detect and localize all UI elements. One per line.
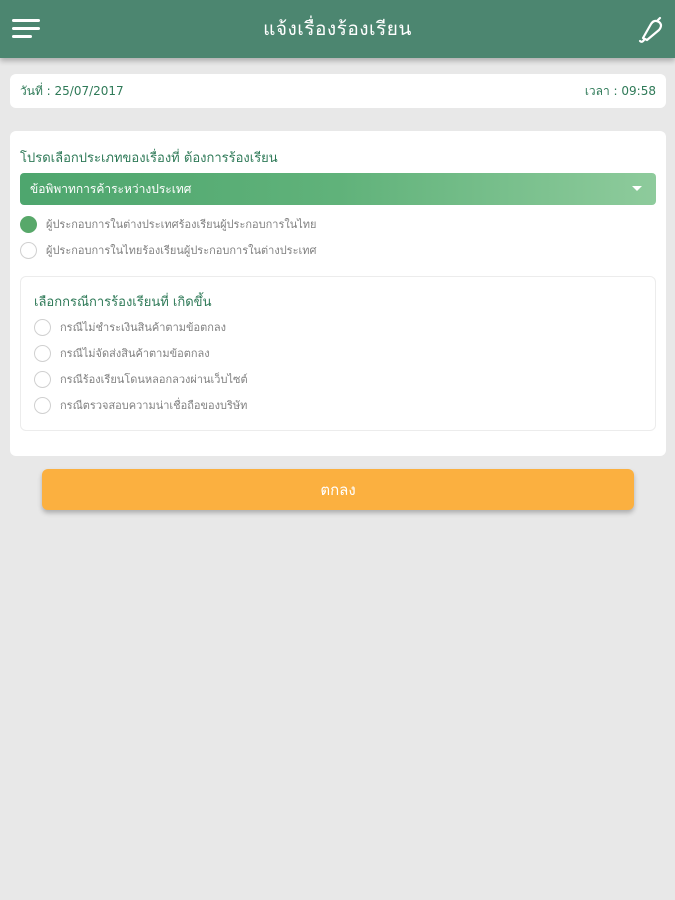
case-option-label: กรณีไม่ชำระเงินสินค้าตามข้อตกลง (60, 321, 227, 334)
bell-icon[interactable] (637, 16, 665, 44)
radio-unselected-icon[interactable] (20, 241, 37, 259)
app-header: แจ้งเรื่องร้องเรียน (0, 0, 675, 58)
date-label: วันที่ : 25/07/2017 (20, 83, 124, 98)
complaint-form-card: โปรดเลือกประเภทของเรื่องที่ ต้องการร้องเ… (10, 131, 666, 456)
radio-unselected-icon[interactable] (34, 370, 51, 388)
caret-down-icon (632, 186, 642, 191)
case-option-non-delivery[interactable]: กรณีไม่จัดส่งสินค้าตามข้อตกลง (34, 344, 210, 362)
case-option-label: กรณีไม่จัดส่งสินค้าตามข้อตกลง (60, 347, 210, 360)
case-section-title: เลือกกรณีการร้องเรียนที่ เกิดขึ้น (34, 295, 212, 310)
time-label: เวลา : 09:58 (584, 83, 656, 98)
radio-unselected-icon[interactable] (34, 396, 51, 414)
case-option-label: กรณีตรวจสอบความน่าเชื่อถือของบริษัท (60, 399, 248, 412)
case-option-non-payment[interactable]: กรณีไม่ชำระเงินสินค้าตามข้อตกลง (34, 318, 226, 336)
complainant-option-label: ผู้ประกอบการในไทยร้องเรียนผู้ประกอบการใน… (46, 244, 317, 257)
hamburger-menu-icon[interactable] (12, 19, 40, 41)
case-option-website-fraud[interactable]: กรณีร้องเรียนโดนหลอกลวงผ่านเว็บไซต์ (34, 370, 248, 388)
category-select-value: ข้อพิพาทการค้าระหว่างประเทศ (30, 181, 192, 196)
page-title: แจ้งเรื่องร้องเรียน (263, 18, 412, 40)
complainant-option-thai[interactable]: ผู้ประกอบการในไทยร้องเรียนผู้ประกอบการใน… (20, 241, 317, 259)
radio-selected-icon[interactable] (20, 215, 37, 233)
case-selection-card: เลือกกรณีการร้องเรียนที่ เกิดขึ้น กรณีไม… (20, 276, 656, 431)
radio-unselected-icon[interactable] (34, 344, 51, 362)
case-option-label: กรณีร้องเรียนโดนหลอกลวงผ่านเว็บไซต์ (60, 373, 248, 386)
app-screen: แจ้งเรื่องร้องเรียน วันที่ : 25/07/2017 … (0, 0, 675, 900)
complainant-option-label: ผู้ประกอบการในต่างประเทศร้องเรียนผู้ประก… (46, 218, 317, 231)
complaint-type-prompt: โปรดเลือกประเภทของเรื่องที่ ต้องการร้องเ… (20, 151, 278, 166)
case-option-company-check[interactable]: กรณีตรวจสอบความน่าเชื่อถือของบริษัท (34, 396, 247, 414)
radio-unselected-icon[interactable] (34, 318, 51, 336)
complainant-option-foreign[interactable]: ผู้ประกอบการในต่างประเทศร้องเรียนผู้ประก… (20, 215, 317, 233)
date-time-bar: วันที่ : 25/07/2017 เวลา : 09:58 (10, 74, 666, 108)
category-select[interactable]: ข้อพิพาทการค้าระหว่างประเทศ (20, 173, 656, 205)
submit-button[interactable]: ตกลง (42, 469, 634, 510)
